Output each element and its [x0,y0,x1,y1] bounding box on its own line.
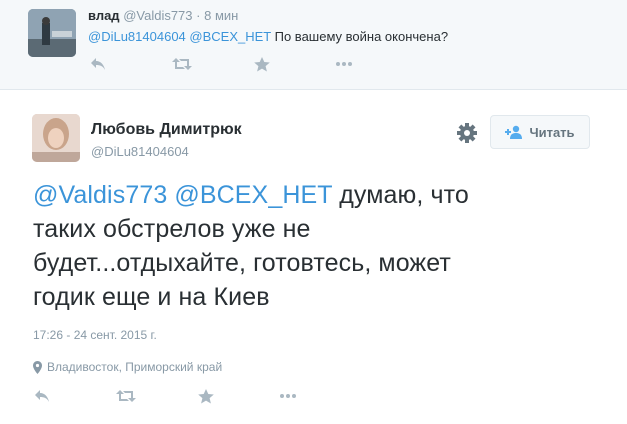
retweet-button[interactable] [116,388,198,404]
tweet-text: @Valdis773 @BCEX_HET думаю, что таких об… [33,178,503,314]
more-button[interactable] [280,388,362,404]
separator: · [196,8,201,23]
avatar[interactable] [28,9,76,57]
follow-button[interactable]: Читать [490,115,590,149]
favorite-button[interactable] [254,56,336,72]
tweet-text: По вашему война окончена? [274,29,449,44]
retweet-icon [172,58,192,70]
mention-link[interactable]: @DiLu81404604 [88,29,186,44]
retweet-icon [116,390,136,402]
reply-icon [35,390,49,402]
more-icon [280,394,296,398]
main-tweet: Любовь Димитрюк @DiLu81404604 Читать @Va… [0,90,627,424]
author-name[interactable]: влад [88,8,120,23]
reply-button[interactable] [34,388,116,404]
reply-header: влад @Valdis773 · 8 мин [88,8,238,23]
retweet-button[interactable] [172,56,254,72]
location[interactable]: Владивосток, Приморский край [33,360,222,374]
main-actions [34,388,362,404]
mention-link[interactable]: @Valdis773 [33,181,167,209]
favorite-icon [198,388,214,403]
location-label: Владивосток, Приморский край [47,360,223,374]
more-icon [336,62,352,66]
time-ago[interactable]: 8 мин [204,8,238,23]
reply-text: @DiLu81404604 @BCEX_HET По вашему война … [88,29,448,44]
avatar[interactable] [32,114,80,162]
favorite-icon [254,56,270,71]
timestamp[interactable]: 17:26 - 24 сент. 2015 г. [33,328,157,342]
more-button[interactable] [336,56,418,72]
add-user-icon [505,125,523,139]
author-name[interactable]: Любовь Димитрюк [91,121,242,139]
reply-actions [90,56,418,72]
mention-link[interactable]: @BCEX_HET [189,29,271,44]
gear-icon[interactable] [456,122,478,144]
follow-label: Читать [529,124,575,140]
location-pin-icon [33,360,42,374]
favorite-button[interactable] [198,388,280,404]
reply-tweet[interactable]: влад @Valdis773 · 8 мин @DiLu81404604 @B… [0,0,627,90]
mention-link[interactable]: @BCEX_HET [174,181,332,209]
reply-button[interactable] [90,56,172,72]
author-handle[interactable]: @DiLu81404604 [91,144,189,159]
author-handle[interactable]: @Valdis773 [123,8,192,23]
reply-icon [91,58,105,70]
